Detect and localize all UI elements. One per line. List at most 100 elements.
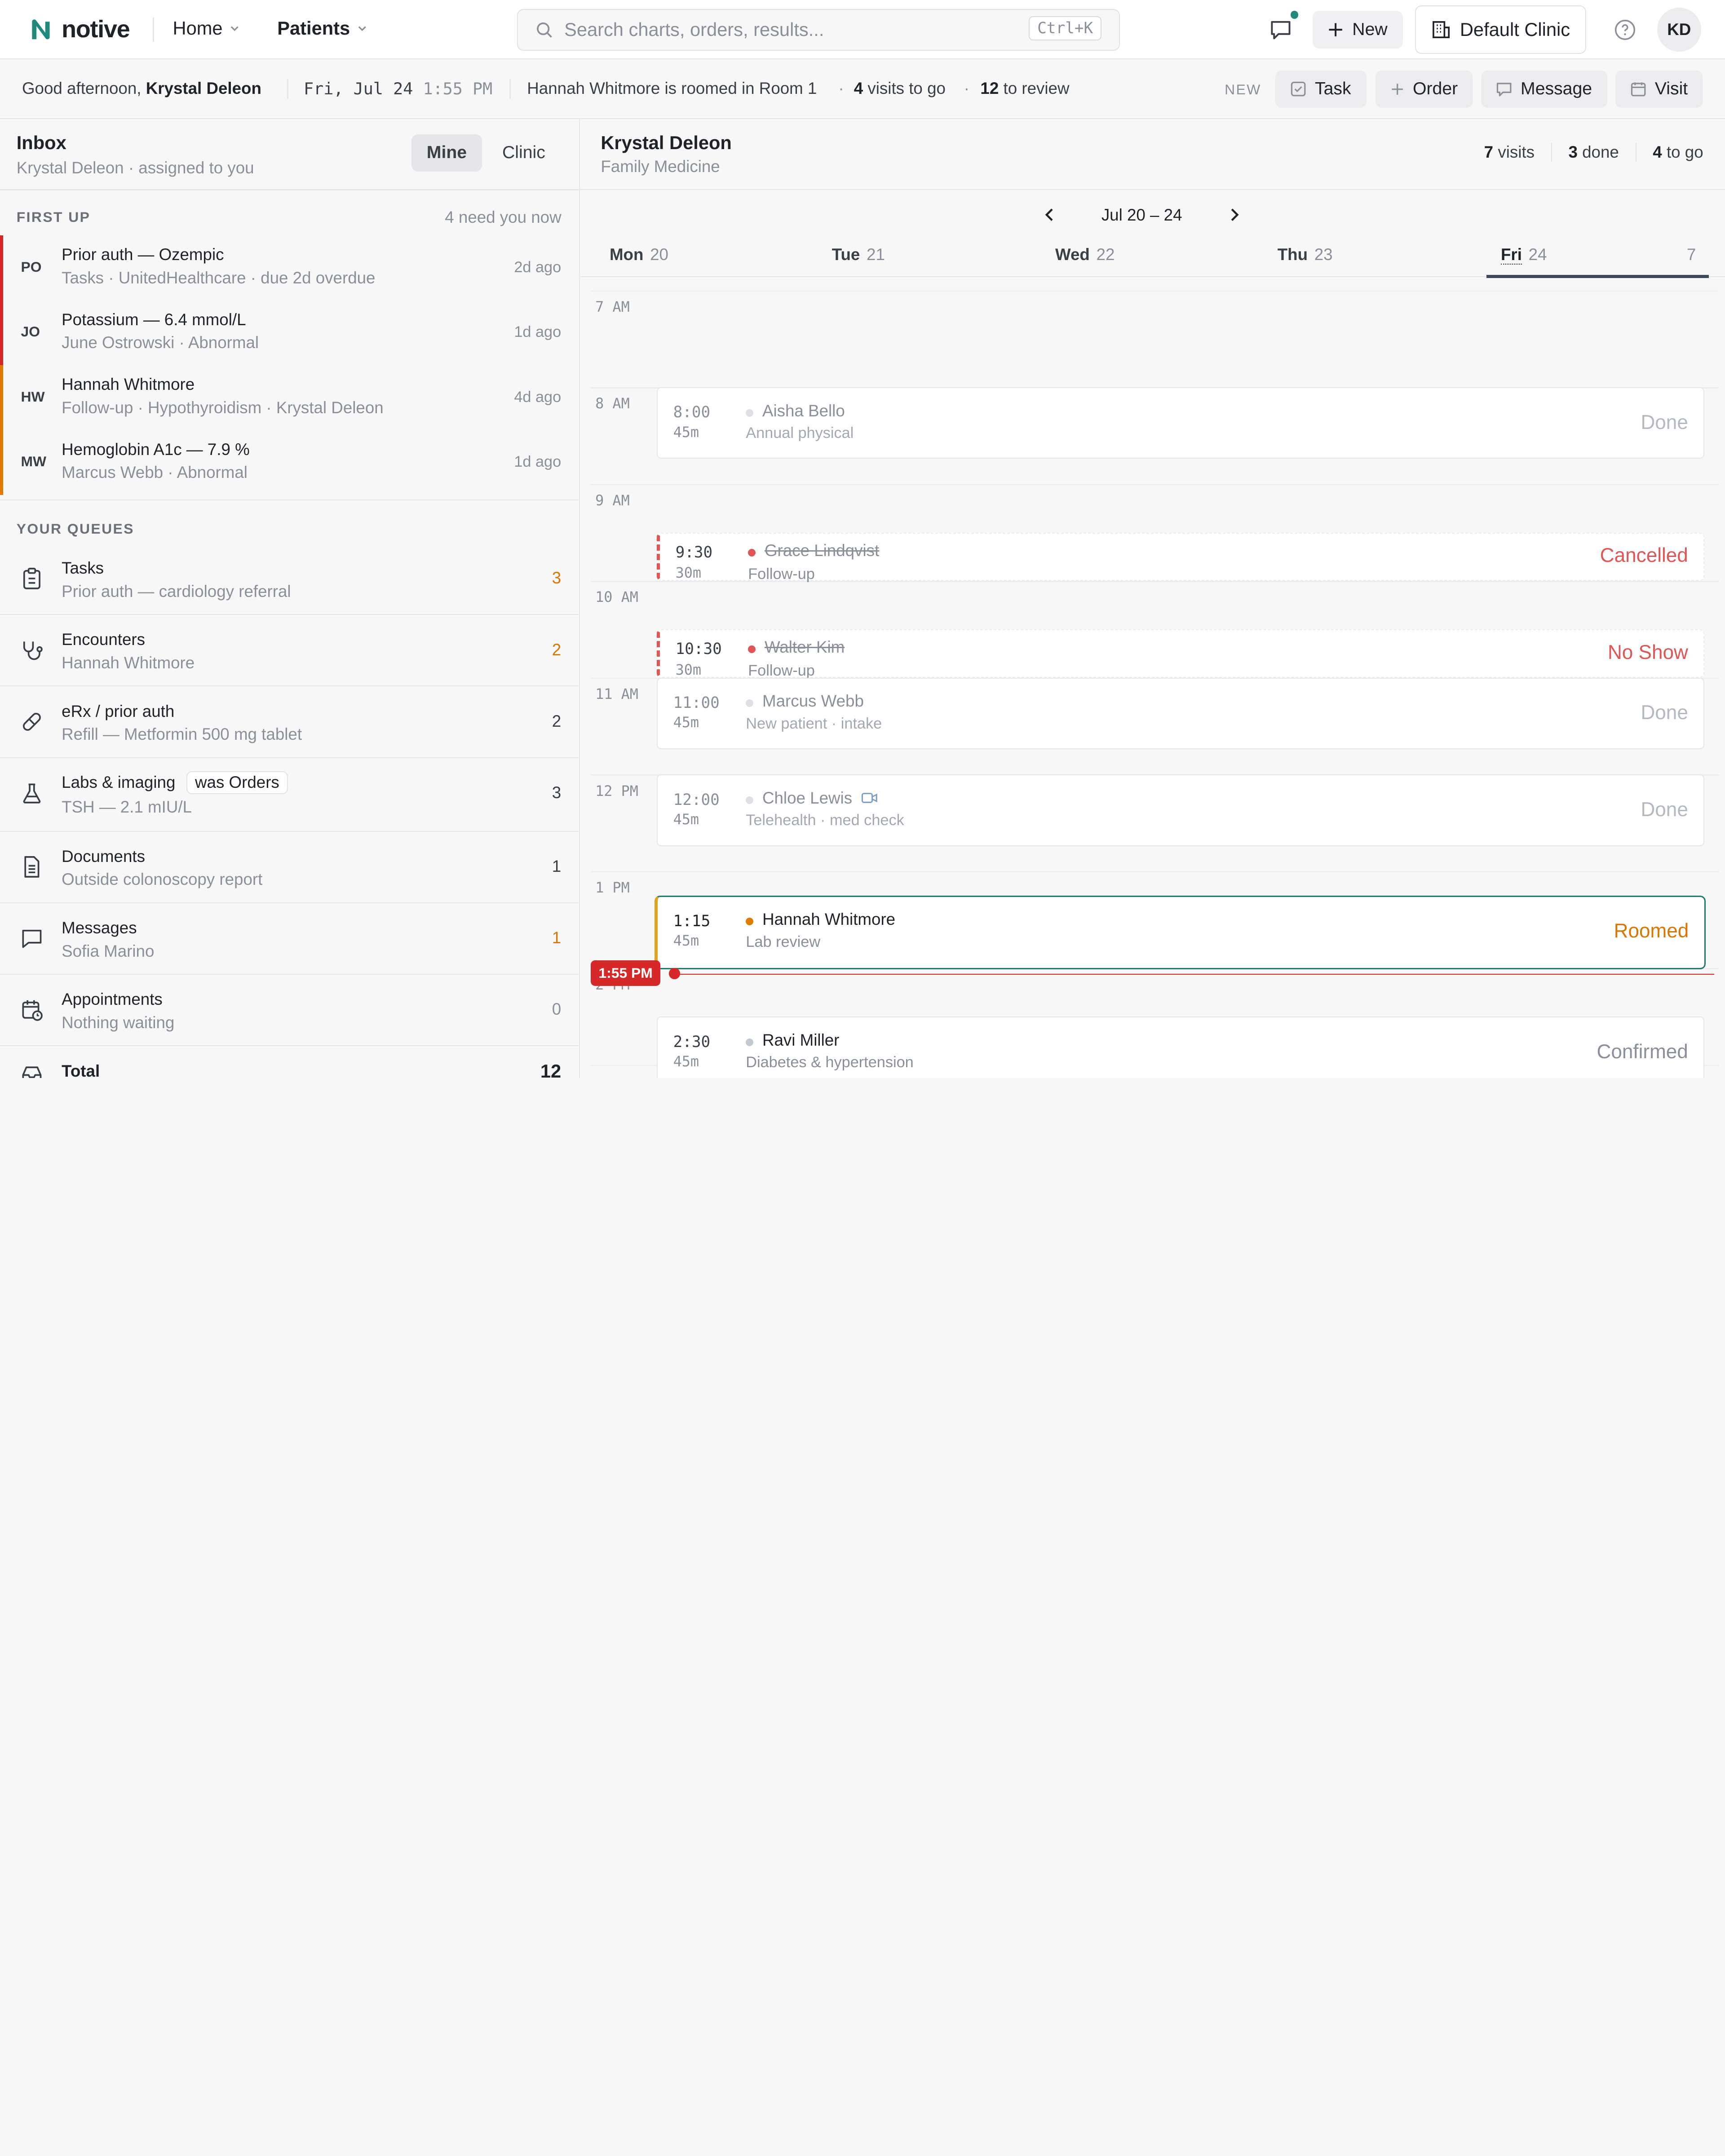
queue-labs[interactable]: Labs & imaging was Orders TSH — 2.1 mIU/L…	[0, 758, 579, 832]
logo[interactable]: notive	[29, 15, 130, 43]
first-up-heading: FIRST UP	[16, 209, 91, 225]
new-order-button[interactable]: Order	[1375, 70, 1473, 108]
queues-heading: YOUR QUEUES	[16, 520, 134, 537]
avatar[interactable]: KD	[1657, 8, 1701, 52]
appointment-card[interactable]: 1:15 45m Hannah Whitmore Lab review Room…	[655, 895, 1706, 969]
hour-label: 8 AM	[595, 395, 630, 412]
appt-status: Cancelled	[1600, 544, 1688, 566]
appt-patient: Chloe Lewis	[762, 789, 877, 808]
hour-label: 11 AM	[595, 685, 638, 702]
tab-mine[interactable]: Mine	[411, 134, 482, 172]
nav-home[interactable]: Home	[173, 18, 240, 39]
new-task-button[interactable]: Task	[1275, 70, 1367, 108]
initials: MW	[21, 453, 47, 470]
search-icon	[537, 22, 553, 38]
patient-name: Ravi Miller	[762, 1030, 840, 1049]
nav-patients-label: Patients	[277, 18, 350, 39]
day-tab-tue[interactable]: Tue 21	[832, 245, 885, 264]
chat-button[interactable]	[1265, 15, 1296, 44]
inbox-tray-icon	[22, 1066, 42, 1078]
current-time-dot	[669, 968, 680, 979]
day-number: 24	[1528, 245, 1547, 264]
inbox-item[interactable]: HW Hannah Whitmore Follow-up · Hypothyro…	[0, 365, 579, 430]
new-message-button[interactable]: Message	[1481, 70, 1608, 108]
visits-count: 7	[1484, 143, 1494, 162]
search-box[interactable]: Ctrl+K	[517, 9, 1120, 51]
priority-bar	[0, 430, 4, 495]
priority-bar	[0, 365, 4, 430]
appt-time: 10:30	[675, 640, 722, 658]
chevron-left-icon[interactable]	[1042, 207, 1057, 222]
day-tab-wed[interactable]: Wed 22	[1055, 245, 1115, 264]
queue-messages[interactable]: Messages Sofia Marino 1	[0, 903, 579, 975]
visits-to-go[interactable]: 4 visits to go	[854, 79, 946, 98]
to-go-count: 4	[1653, 143, 1662, 162]
appointment-card[interactable]: 2:30 45m Ravi Miller Diabetes & hyperten…	[657, 1016, 1705, 1078]
appt-patient: Hannah Whitmore	[762, 910, 895, 929]
day-tab-thu[interactable]: Thu 23	[1278, 245, 1333, 264]
item-title: Hannah Whitmore	[62, 375, 195, 394]
search-input[interactable]	[564, 19, 1004, 41]
logo-mark-icon	[32, 19, 50, 40]
item-title: Prior auth — Ozempic	[62, 245, 224, 264]
appointment-card[interactable]: 9:30 30m Grace Lindqvist Follow-up Cance…	[657, 532, 1705, 583]
clinic-selector[interactable]: Default Clinic	[1415, 5, 1587, 54]
priority-bar	[0, 300, 4, 366]
queue-tasks[interactable]: Tasks Prior auth — cardiology referral 3	[0, 543, 579, 615]
queue-encounters[interactable]: Encounters Hannah Whitmore 2	[0, 615, 579, 687]
week-header: Jul 20 – 24 Mon 20 Tue 21 Wed 22 Thu 23 Fri 2…	[579, 189, 1725, 278]
current-time-line	[674, 973, 1715, 975]
roomed-status[interactable]: Hannah Whitmore is roomed in Room 1	[527, 79, 817, 98]
visit-label: Visit	[1654, 79, 1688, 99]
queue-appointments[interactable]: Appointments Nothing waiting 0	[0, 975, 579, 1047]
patient-name: Chloe Lewis	[762, 788, 853, 807]
queue-subtitle: Sofia Marino	[62, 941, 155, 960]
hour-label: 10 AM	[595, 588, 638, 606]
status-dot	[746, 409, 754, 417]
tab-clinic[interactable]: Clinic	[489, 134, 559, 172]
queue-title-text: Appointments	[62, 990, 163, 1009]
day-visit-count: 7	[1686, 245, 1696, 264]
appt-time: 9:30	[675, 543, 713, 561]
appt-time: 8:00	[673, 403, 711, 422]
appt-status: Done	[1641, 411, 1688, 433]
top-bar: notive Home Patients Ctrl+K New Default …	[0, 0, 1725, 60]
day-name: Tue	[832, 245, 860, 264]
priority-bar	[0, 235, 4, 300]
patient-name: Walter Kim	[764, 638, 845, 657]
appointment-card[interactable]: 10:30 30m Walter Kim Follow-up No Show	[657, 629, 1705, 679]
inbox-item[interactable]: JO Potassium — 6.4 mmol/L June Ostrowski…	[0, 300, 579, 366]
appt-duration: 45m	[673, 932, 699, 950]
queue-erx[interactable]: eRx / prior auth Refill — Metformin 500 …	[0, 686, 579, 758]
appointment-card[interactable]: 12:00 45m Chloe Lewis Telehealth · med c…	[657, 774, 1705, 846]
appointment-card[interactable]: 8:00 45m Aisha Bello Annual physical Don…	[657, 387, 1705, 459]
queue-title-text: Encounters	[62, 630, 145, 649]
item-subtitle: Follow-up · Hypothyroidism · Krystal Del…	[62, 398, 384, 417]
chevron-right-icon[interactable]	[1226, 207, 1242, 222]
appt-status: Done	[1641, 702, 1688, 724]
help-button[interactable]	[1613, 18, 1637, 42]
appt-duration: 30m	[675, 661, 702, 678]
video-icon	[861, 793, 877, 804]
review-label: to review	[1003, 79, 1070, 98]
queue-documents[interactable]: Documents Outside colonoscopy report 1	[0, 832, 579, 903]
bullet: ·	[964, 79, 969, 98]
new-visit-button[interactable]: Visit	[1615, 70, 1703, 108]
initials: JO	[21, 323, 40, 340]
appt-time: 2:30	[673, 1033, 711, 1051]
new-button[interactable]: New	[1313, 11, 1403, 49]
day-name: Thu	[1277, 245, 1308, 264]
queue-title: Labs & imaging was Orders	[62, 771, 288, 794]
inbox-item[interactable]: MW Hemoglobin A1c — 7.9 % Marcus Webb · …	[0, 430, 579, 495]
divider	[287, 79, 288, 99]
to-review[interactable]: 12 to review	[980, 79, 1069, 98]
inbox-item[interactable]: PO Prior auth — Ozempic Tasks · UnitedHe…	[0, 235, 579, 300]
nav-patients[interactable]: Patients	[277, 18, 367, 39]
inbox-subtitle: Krystal Deleon · assigned to you	[16, 158, 254, 177]
appt-reason: Telehealth · med check	[746, 812, 904, 829]
day-tab-fri[interactable]: Fri 24	[1500, 245, 1547, 265]
done-count: 3	[1568, 143, 1578, 162]
appointment-card[interactable]: 11:00 45m Marcus Webb New patient · inta…	[657, 677, 1705, 750]
patient-name: Aisha Bello	[762, 401, 845, 420]
day-tab-mon[interactable]: Mon 20	[610, 245, 668, 264]
